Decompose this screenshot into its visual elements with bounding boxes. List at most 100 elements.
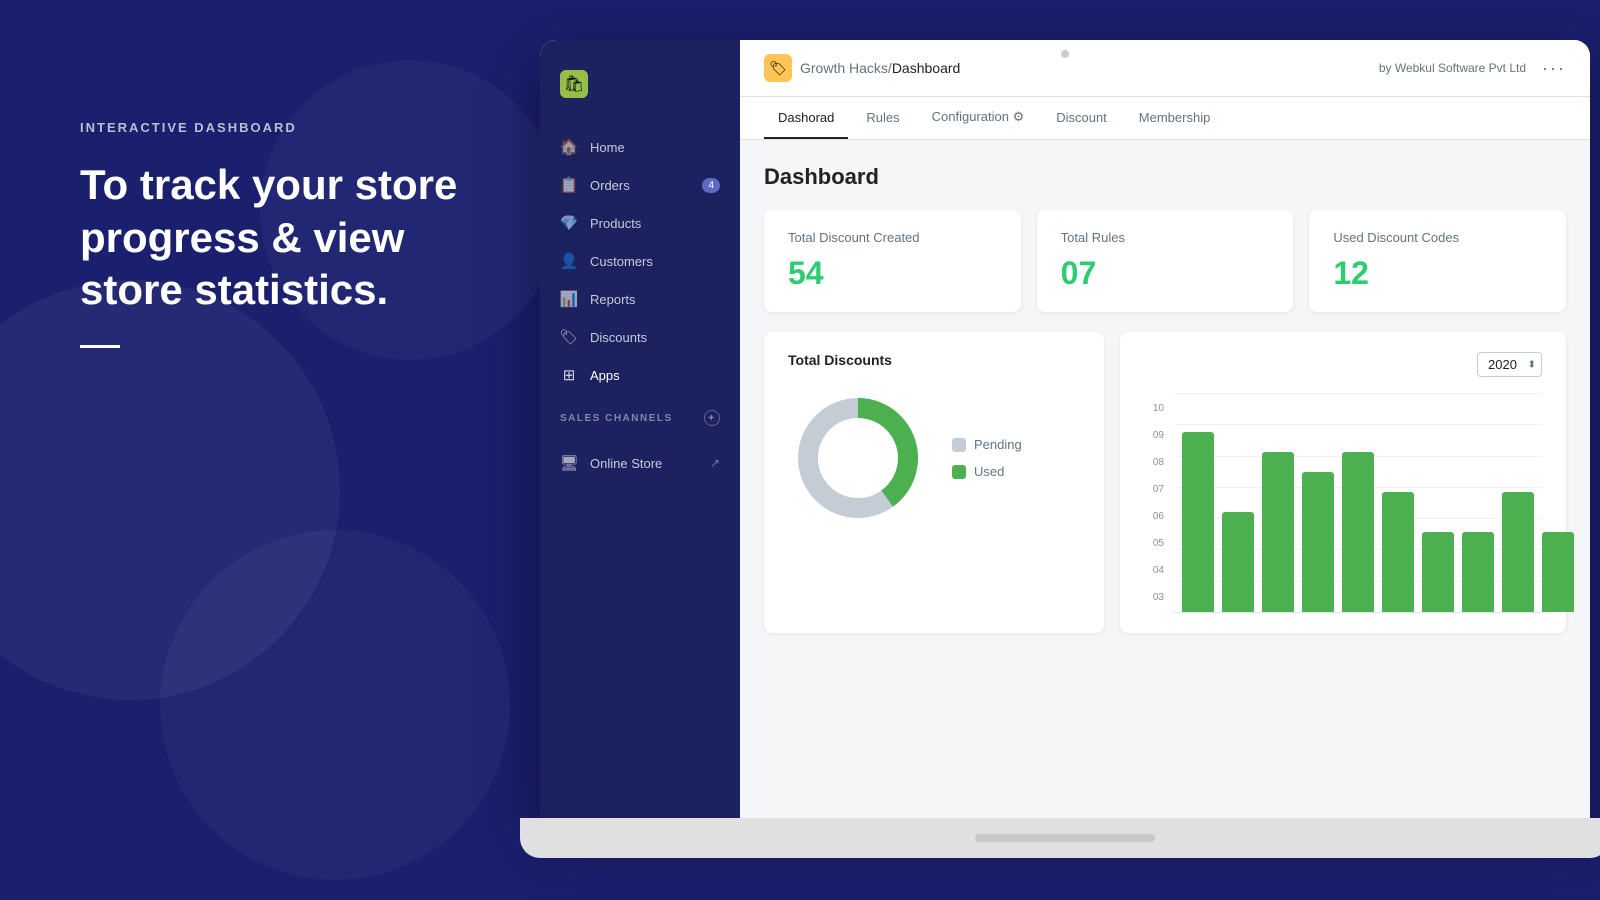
bar-3 (1302, 472, 1334, 612)
donut-chart (788, 388, 928, 528)
app-icon: 🏷 (764, 54, 792, 82)
laptop-base (520, 818, 1600, 858)
bar-0 (1182, 432, 1214, 612)
tab-dashboard[interactable]: Dashorad (764, 98, 848, 139)
stat-card-total-rules: Total Rules 07 (1037, 210, 1294, 312)
topbar-by-text: by Webkul Software Pvt Ltd (1379, 61, 1526, 75)
products-icon: 💎 (560, 214, 578, 232)
sidebar-home-label: Home (590, 140, 625, 155)
sidebar-customers-label: Customers (590, 254, 653, 269)
apps-icon: ⊞ (560, 366, 578, 384)
bar-card-header: 2018 2019 2020 2021 (1144, 352, 1542, 377)
donut-card: Total Discounts (764, 332, 1104, 633)
sidebar-item-online-store[interactable]: 🖥 Online Store ↗ (540, 444, 740, 482)
online-store-icon: 🖥 (560, 454, 578, 472)
sidebar-online-store-label: Online Store (590, 456, 662, 471)
sidebar-item-products[interactable]: 💎 Products (540, 204, 740, 242)
more-options-button[interactable]: ··· (1542, 58, 1566, 79)
left-headline: To track your store progress & view stor… (80, 159, 460, 317)
sidebar-discounts-label: Discounts (590, 330, 647, 345)
stat-value-0: 54 (788, 255, 997, 292)
add-sales-channel-button[interactable]: + (704, 410, 720, 426)
main-content: 🏷 Growth Hacks/Dashboard by Webkul Softw… (740, 40, 1590, 820)
y-label-10: 10 (1144, 403, 1164, 414)
laptop-screen: 🛍 🏠 Home 📋 Orders 4 💎 Products (540, 40, 1590, 820)
topbar-left: 🏷 Growth Hacks/Dashboard (764, 54, 960, 82)
donut-card-title: Total Discounts (788, 352, 1080, 368)
left-divider (80, 345, 120, 348)
bar-group-4 (1342, 452, 1374, 612)
sidebar-nav: 🏠 Home 📋 Orders 4 💎 Products 👤 Cus (540, 128, 740, 394)
stat-value-2: 12 (1333, 255, 1542, 292)
charts-row: Total Discounts (764, 332, 1566, 633)
bar-1 (1222, 512, 1254, 612)
sidebar-orders-label: Orders (590, 178, 630, 193)
breadcrumb-page: Dashboard (892, 60, 961, 76)
stat-label-1: Total Rules (1061, 230, 1270, 245)
home-icon: 🏠 (560, 138, 578, 156)
stat-value-1: 07 (1061, 255, 1270, 292)
bar-group-3 (1302, 472, 1334, 612)
tab-discount[interactable]: Discount (1042, 98, 1121, 139)
bar-card: 2018 2019 2020 2021 (1120, 332, 1566, 633)
bar-group-6 (1422, 532, 1454, 612)
bar-group-2 (1262, 452, 1294, 612)
stat-card-total-discount-created: Total Discount Created 54 (764, 210, 1021, 312)
sidebar-apps-label: Apps (590, 368, 620, 383)
y-label-09: 09 (1144, 430, 1164, 441)
sidebar-item-orders[interactable]: 📋 Orders 4 (540, 166, 740, 204)
y-label-03: 03 (1144, 592, 1164, 603)
bar-group-9 (1542, 532, 1574, 612)
tab-configuration[interactable]: Configuration ⚙ (918, 97, 1039, 139)
breadcrumb: Growth Hacks/Dashboard (800, 60, 960, 76)
stat-label-0: Total Discount Created (788, 230, 997, 245)
left-content: INTERACTIVE DASHBOARD To track your stor… (80, 120, 460, 348)
legend-pending: Pending (952, 437, 1022, 452)
orders-badge: 4 (702, 178, 720, 193)
tab-membership[interactable]: Membership (1125, 98, 1225, 139)
year-select[interactable]: 2018 2019 2020 2021 (1477, 352, 1542, 377)
y-label-05: 05 (1144, 538, 1164, 549)
stat-label-2: Used Discount Codes (1333, 230, 1542, 245)
y-label-08: 08 (1144, 457, 1164, 468)
bar-9 (1542, 532, 1574, 612)
donut-legend: Pending Used (952, 437, 1022, 479)
y-axis: 10 09 08 07 06 05 04 03 (1144, 393, 1164, 613)
sidebar-products-label: Products (590, 216, 641, 231)
orders-icon: 📋 (560, 176, 578, 194)
bar-group-7 (1462, 532, 1494, 612)
stat-card-used-discount-codes: Used Discount Codes 12 (1309, 210, 1566, 312)
year-select-wrap: 2018 2019 2020 2021 (1477, 352, 1542, 377)
sidebar-reports-label: Reports (590, 292, 636, 307)
sidebar-item-home[interactable]: 🏠 Home (540, 128, 740, 166)
topbar: 🏷 Growth Hacks/Dashboard by Webkul Softw… (740, 40, 1590, 97)
legend-pending-label: Pending (974, 437, 1022, 452)
legend-used-label: Used (974, 464, 1004, 479)
sidebar-item-discounts[interactable]: 🏷 Discounts (540, 318, 740, 356)
tab-rules[interactable]: Rules (852, 98, 913, 139)
sales-channels-header: SALES CHANNELS + (540, 394, 740, 434)
sidebar-logo-icon: 🛍 (560, 70, 588, 98)
sidebar-item-customers[interactable]: 👤 Customers (540, 242, 740, 280)
left-subtitle: INTERACTIVE DASHBOARD (80, 120, 460, 135)
sales-channels-label: SALES CHANNELS (560, 413, 673, 424)
reports-icon: 📊 (560, 290, 578, 308)
bar-6 (1422, 532, 1454, 612)
discounts-icon: 🏷 (560, 328, 578, 346)
stats-row: Total Discount Created 54 Total Rules 07… (764, 210, 1566, 312)
legend-pending-dot (952, 438, 966, 452)
bar-group-8 (1502, 492, 1534, 612)
external-link-icon: ↗ (710, 456, 720, 470)
y-label-04: 04 (1144, 565, 1164, 576)
sidebar-sales-nav: 🖥 Online Store ↗ (540, 444, 740, 482)
customers-icon: 👤 (560, 252, 578, 270)
donut-area: Pending Used (788, 388, 1080, 528)
bar-5 (1382, 492, 1414, 612)
bar-group-0 (1182, 432, 1214, 612)
sidebar-logo: 🛍 (540, 60, 740, 118)
sidebar-item-reports[interactable]: 📊 Reports (540, 280, 740, 318)
bar-4 (1342, 452, 1374, 612)
legend-used: Used (952, 464, 1022, 479)
bar-2 (1262, 452, 1294, 612)
sidebar-item-apps[interactable]: ⊞ Apps (540, 356, 740, 394)
